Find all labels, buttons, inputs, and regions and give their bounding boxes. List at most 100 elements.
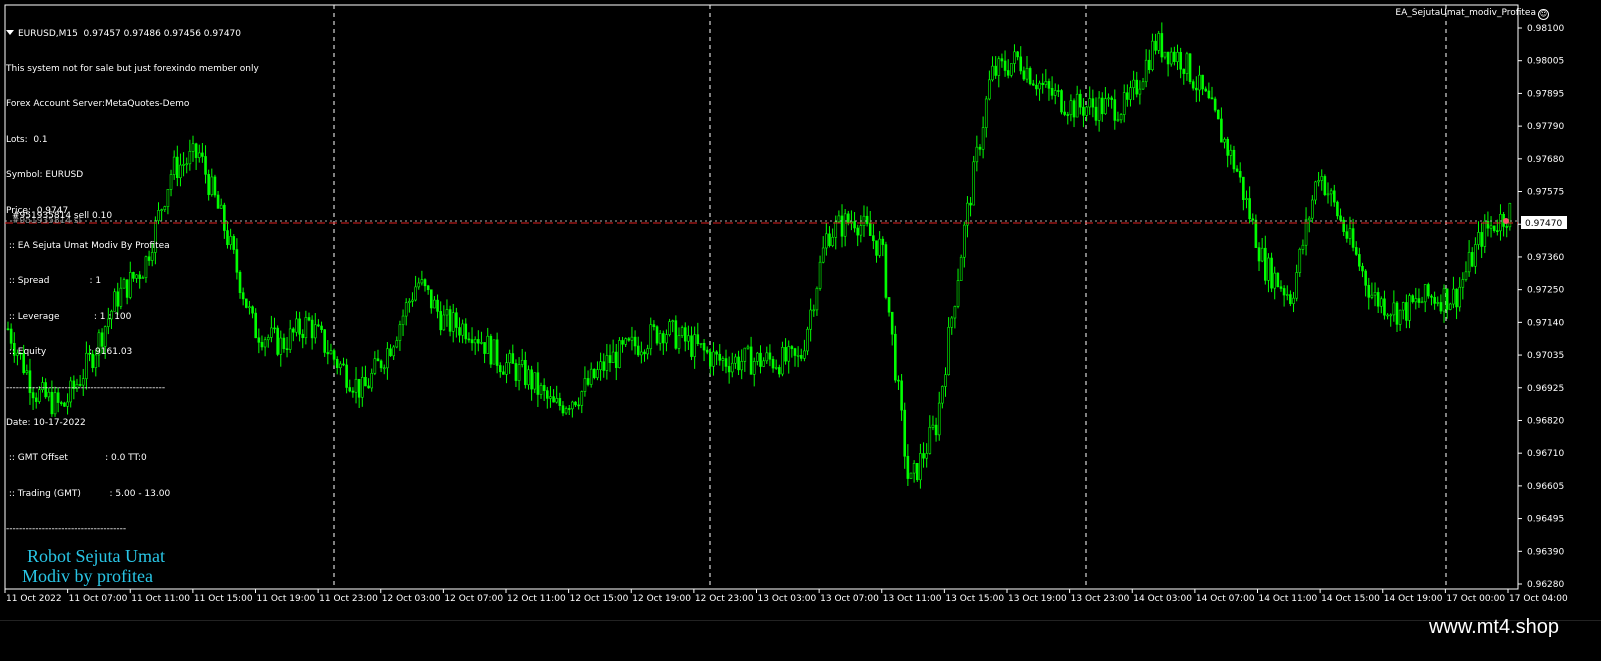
candle-body (1028, 68, 1032, 85)
candle-body (1339, 215, 1342, 221)
candle-body (1285, 294, 1289, 296)
symbol-header[interactable]: EURUSD,M15 0.97457 0.97486 0.97456 0.974… (6, 29, 259, 41)
candle-body (825, 233, 828, 249)
candle-body (593, 368, 596, 379)
price-label: 0.96710 (1527, 449, 1564, 459)
candle-body (445, 309, 449, 316)
candle-body (288, 328, 292, 350)
candle-body (1238, 171, 1242, 178)
candle-body (1304, 219, 1308, 246)
candle-body (549, 396, 552, 399)
candle-body (589, 368, 593, 385)
candle-body (624, 338, 627, 345)
candle-body (705, 349, 709, 353)
candle-body (1320, 176, 1324, 181)
candle-body (862, 215, 866, 226)
candle-body (671, 320, 675, 322)
candle-body (787, 346, 791, 362)
time-label: 12 Oct 03:00 (382, 594, 441, 604)
candle-body (527, 369, 530, 386)
candle-body (332, 350, 336, 360)
price-label: 0.97575 (1527, 188, 1564, 198)
candle-body (345, 364, 348, 388)
collapse-triangle-icon[interactable] (6, 29, 14, 35)
candle-body (505, 362, 508, 375)
candle-body (1157, 33, 1160, 51)
candle-body (837, 215, 841, 223)
candle-body (872, 235, 875, 242)
candle-body (1075, 93, 1079, 118)
time-label: 11 Oct 11:00 (131, 594, 190, 604)
candle-body (812, 309, 816, 312)
candle-body (313, 324, 317, 339)
candle-body (502, 371, 505, 375)
candle-body (342, 363, 345, 366)
candle-body (351, 390, 355, 393)
candle-body (461, 323, 464, 336)
price-label: 0.96820 (1527, 416, 1564, 426)
candle-body (1345, 231, 1349, 239)
candle-body (1342, 219, 1345, 232)
candle-body (1314, 181, 1317, 201)
candle-body (906, 455, 910, 479)
candle-body (966, 202, 969, 226)
candle-body (1113, 99, 1117, 121)
candle-body (803, 350, 806, 359)
candle-body (260, 342, 264, 348)
candle-body (1264, 247, 1267, 281)
candle-body (1135, 79, 1139, 95)
candle-body (266, 337, 270, 341)
candle-body (894, 333, 897, 381)
candle-body (395, 340, 399, 348)
candle-body (988, 79, 991, 100)
candle-body (386, 348, 389, 369)
candle-body (925, 453, 928, 459)
candle-body (517, 364, 521, 381)
candle-body (495, 339, 499, 366)
order-label[interactable]: #951935814 sell 0.10 (12, 211, 112, 221)
candle-body (1279, 286, 1283, 289)
candle-body (1405, 302, 1408, 321)
candle-body (307, 317, 311, 321)
candle-body (1147, 59, 1151, 70)
time-label: 13 Oct 19:00 (1008, 594, 1067, 604)
smiley-face-icon[interactable]: ☺ (1538, 9, 1549, 20)
candle-body (1311, 199, 1314, 219)
candle-body (417, 282, 421, 288)
candle-body (367, 385, 370, 389)
candle-body (768, 352, 772, 360)
candle-body (859, 225, 863, 236)
candle-body (721, 358, 725, 361)
candle-body (1038, 82, 1041, 90)
candle-body (1010, 63, 1013, 76)
candle-body (953, 306, 957, 319)
candle-body (545, 390, 549, 399)
candle-body (348, 387, 352, 392)
price-label: 0.97360 (1527, 253, 1564, 263)
candle-body (310, 319, 314, 339)
candle-body (806, 328, 809, 352)
candle-body (1260, 247, 1264, 262)
candle-body (677, 335, 681, 349)
candle-body (1307, 217, 1311, 221)
candle-body (850, 221, 853, 223)
candle-body (477, 339, 480, 344)
candle-body (614, 351, 618, 368)
chart-window[interactable]: 0.98100 0.98005 0.97895 0.97790 0.97680 0.975… (0, 0, 1601, 620)
candle-body (784, 347, 787, 362)
candle-body (1129, 87, 1132, 100)
candle-body (376, 358, 380, 362)
candle-body (658, 333, 662, 344)
candle-body (404, 302, 408, 317)
expert-advisor-label[interactable]: EA_SejutaUmat_modiv_Profitea ☺ (1395, 8, 1549, 20)
price-label: 0.97250 (1527, 286, 1564, 296)
candle-body (727, 366, 731, 373)
candle-body (890, 311, 894, 335)
candle-body (646, 348, 649, 355)
price-marker-icon (1503, 218, 1509, 224)
candle-body (796, 355, 800, 357)
price-label: 0.96280 (1527, 580, 1564, 590)
candle-body (947, 326, 950, 375)
candle-body (1398, 309, 1402, 325)
candle-body (1383, 298, 1386, 316)
